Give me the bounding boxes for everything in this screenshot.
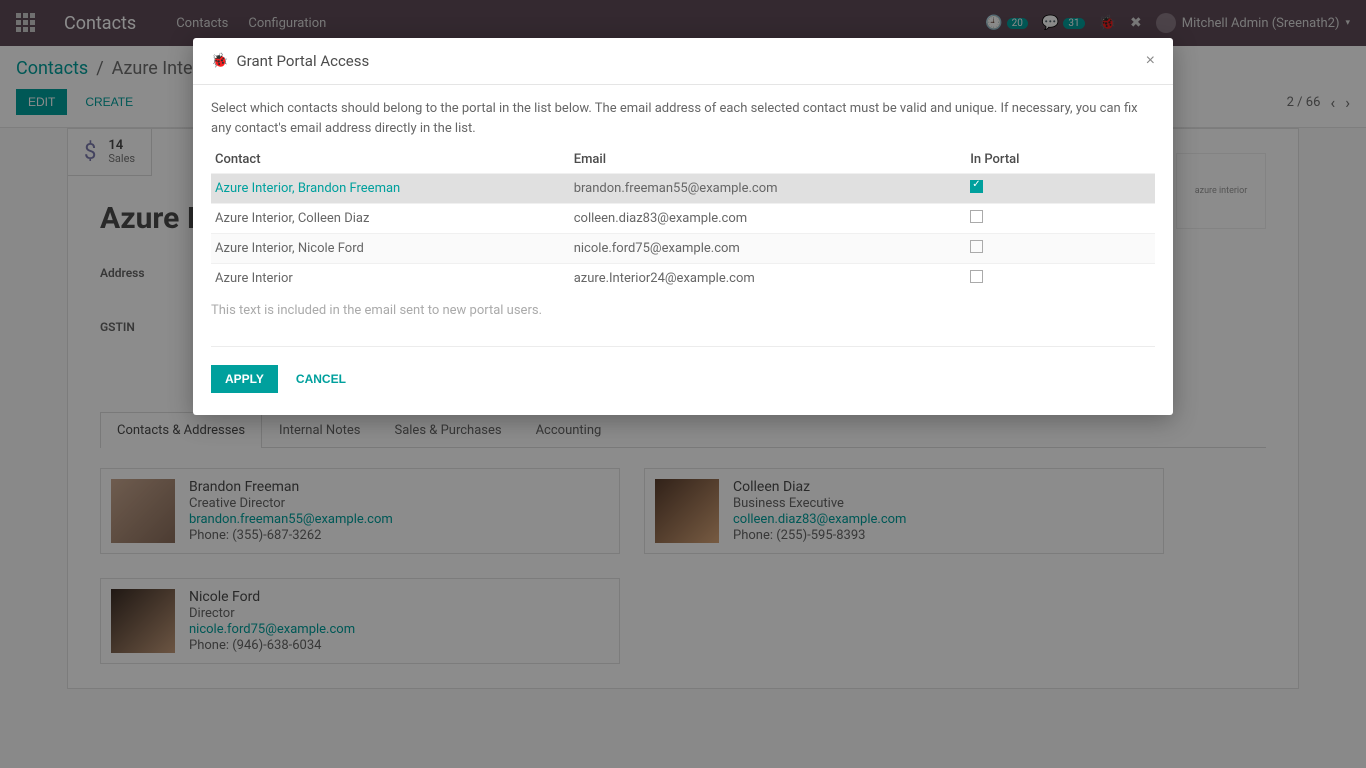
- th-email: Email: [570, 146, 966, 174]
- cell-email[interactable]: nicole.ford75@example.com: [570, 234, 966, 264]
- modal-intro: Select which contacts should belong to t…: [211, 99, 1155, 138]
- table-row[interactable]: Azure Interior, Colleen Diaz colleen.dia…: [211, 204, 1155, 234]
- th-inportal: In Portal: [966, 146, 1155, 174]
- close-icon[interactable]: ×: [1146, 52, 1155, 70]
- table-row[interactable]: Azure Interior, Brandon Freeman brandon.…: [211, 174, 1155, 204]
- apply-button[interactable]: Apply: [211, 365, 278, 393]
- table-row[interactable]: Azure Interior azure.Interior24@example.…: [211, 264, 1155, 294]
- cancel-button[interactable]: Cancel: [288, 365, 354, 393]
- bug-icon: 🐞: [211, 53, 228, 69]
- inportal-checkbox[interactable]: [970, 210, 983, 223]
- cell-contact: Azure Interior: [211, 264, 570, 294]
- inportal-checkbox[interactable]: [970, 180, 983, 193]
- message-field[interactable]: This text is included in the email sent …: [211, 293, 1155, 347]
- cell-email[interactable]: azure.Interior24@example.com: [570, 264, 966, 294]
- table-row[interactable]: Azure Interior, Nicole Ford nicole.ford7…: [211, 234, 1155, 264]
- cell-contact: Azure Interior, Colleen Diaz: [211, 204, 570, 234]
- grant-portal-modal: 🐞 Grant Portal Access × Select which con…: [193, 38, 1173, 415]
- cell-email[interactable]: colleen.diaz83@example.com: [570, 204, 966, 234]
- cell-contact: Azure Interior, Brandon Freeman: [211, 174, 570, 204]
- modal-header: 🐞 Grant Portal Access ×: [193, 38, 1173, 85]
- th-contact: Contact: [211, 146, 570, 174]
- cell-contact: Azure Interior, Nicole Ford: [211, 234, 570, 264]
- cell-email[interactable]: brandon.freeman55@example.com: [570, 174, 966, 204]
- modal-footer: Apply Cancel: [193, 351, 1173, 415]
- portal-table: Contact Email In Portal Azure Interior, …: [211, 146, 1155, 293]
- modal-backdrop[interactable]: 🐞 Grant Portal Access × Select which con…: [0, 0, 1366, 768]
- inportal-checkbox[interactable]: [970, 270, 983, 283]
- inportal-checkbox[interactable]: [970, 240, 983, 253]
- modal-title: Grant Portal Access: [236, 52, 369, 70]
